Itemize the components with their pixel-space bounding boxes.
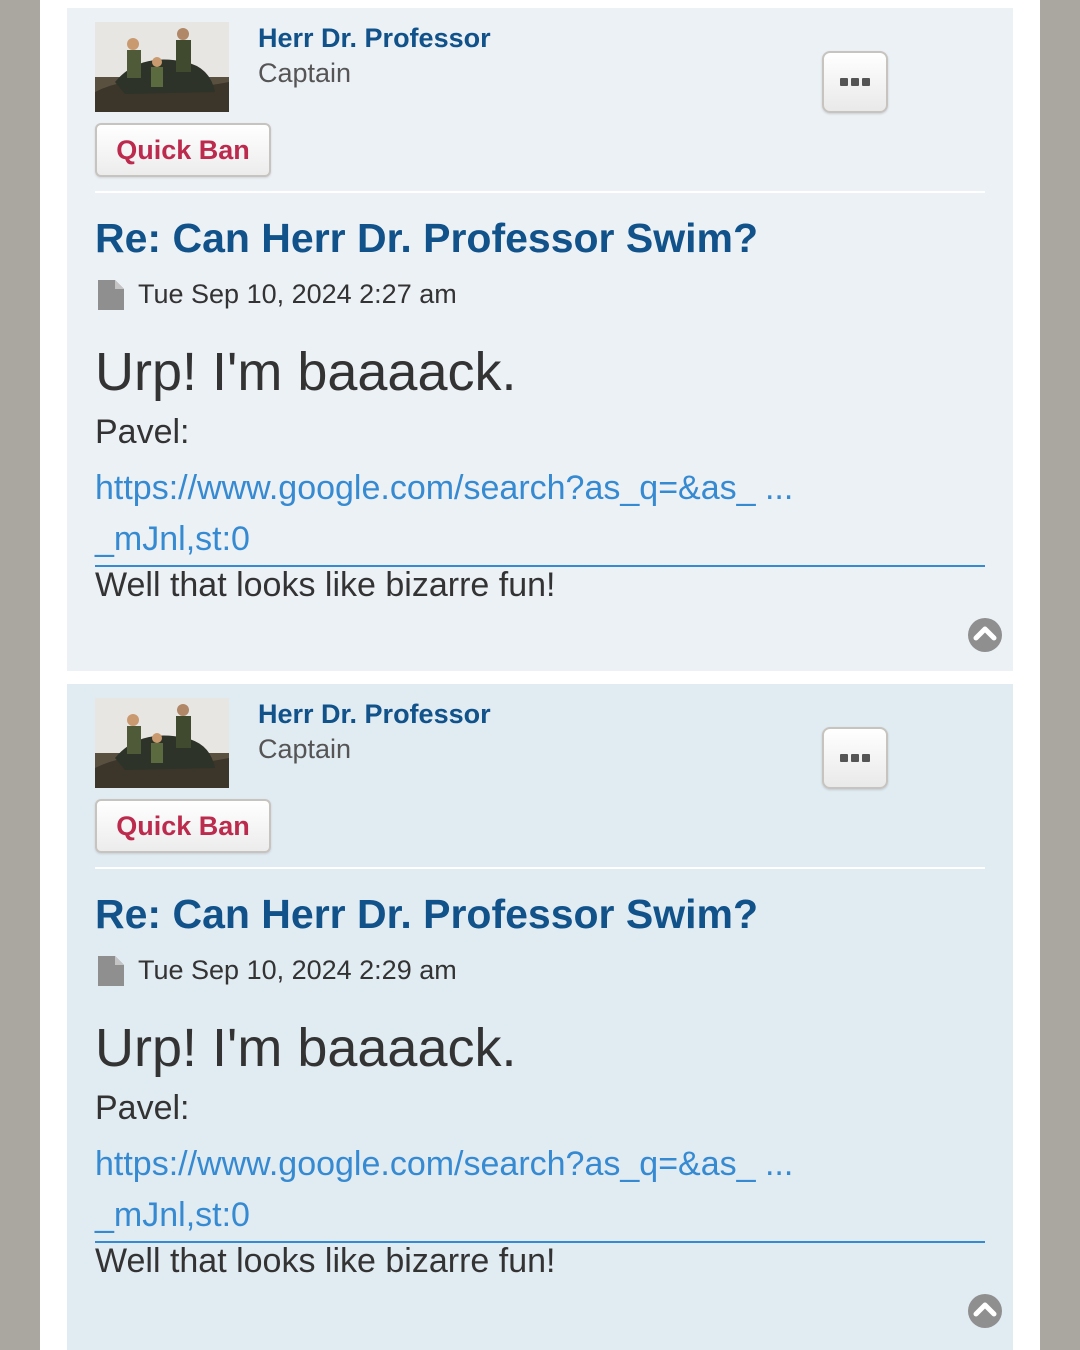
- link-line[interactable]: _mJnl,st:0: [95, 514, 985, 565]
- post-link[interactable]: https://www.google.com/search?as_q=&as_ …: [95, 463, 985, 567]
- post-menu-button[interactable]: [822, 727, 888, 789]
- author-rank: Captain: [258, 58, 352, 88]
- ellipsis-icon: [840, 754, 870, 762]
- ellipsis-icon: [840, 78, 870, 86]
- quote-label: Pavel:: [95, 1089, 190, 1127]
- post-headline: Urp! I'm baaaack.: [95, 1018, 517, 1078]
- quote-label: Pavel:: [95, 413, 190, 451]
- post: Herr Dr. Professor Captain Quick Ban Re:…: [67, 8, 1013, 671]
- link-line[interactable]: _mJnl,st:0: [95, 1190, 985, 1241]
- post-title[interactable]: Re: Can Herr Dr. Professor Swim?: [95, 891, 758, 938]
- post-menu-button[interactable]: [822, 51, 888, 113]
- link-line[interactable]: https://www.google.com/search?as_q=&as_ …: [95, 1139, 985, 1190]
- post-link[interactable]: https://www.google.com/search?as_q=&as_ …: [95, 1139, 985, 1243]
- chevron-up-circle-icon[interactable]: [967, 617, 1003, 653]
- divider: [95, 191, 985, 193]
- post-comment: Well that looks like bizarre fun!: [95, 1242, 556, 1280]
- chevron-up-circle-icon[interactable]: [967, 1293, 1003, 1329]
- link-line[interactable]: https://www.google.com/search?as_q=&as_ …: [95, 463, 985, 514]
- author-rank: Captain: [258, 734, 352, 764]
- file-icon[interactable]: [98, 956, 124, 986]
- post-comment: Well that looks like bizarre fun!: [95, 566, 556, 604]
- post-date: Tue Sep 10, 2024 2:27 am: [138, 279, 457, 309]
- post: Herr Dr. Professor Captain Quick Ban Re:…: [67, 684, 1013, 1350]
- post-date: Tue Sep 10, 2024 2:29 am: [138, 955, 457, 985]
- post-headline: Urp! I'm baaaack.: [95, 342, 517, 402]
- avatar[interactable]: [95, 22, 229, 112]
- post-author[interactable]: Herr Dr. Professor: [258, 23, 491, 54]
- file-icon[interactable]: [98, 280, 124, 310]
- quick-ban-button[interactable]: Quick Ban: [95, 123, 271, 177]
- post-author[interactable]: Herr Dr. Professor: [258, 699, 491, 730]
- quick-ban-button[interactable]: Quick Ban: [95, 799, 271, 853]
- topic-page: Herr Dr. Professor Captain Quick Ban Re:…: [40, 0, 1040, 1350]
- post-title[interactable]: Re: Can Herr Dr. Professor Swim?: [95, 215, 758, 262]
- avatar[interactable]: [95, 698, 229, 788]
- divider: [95, 867, 985, 869]
